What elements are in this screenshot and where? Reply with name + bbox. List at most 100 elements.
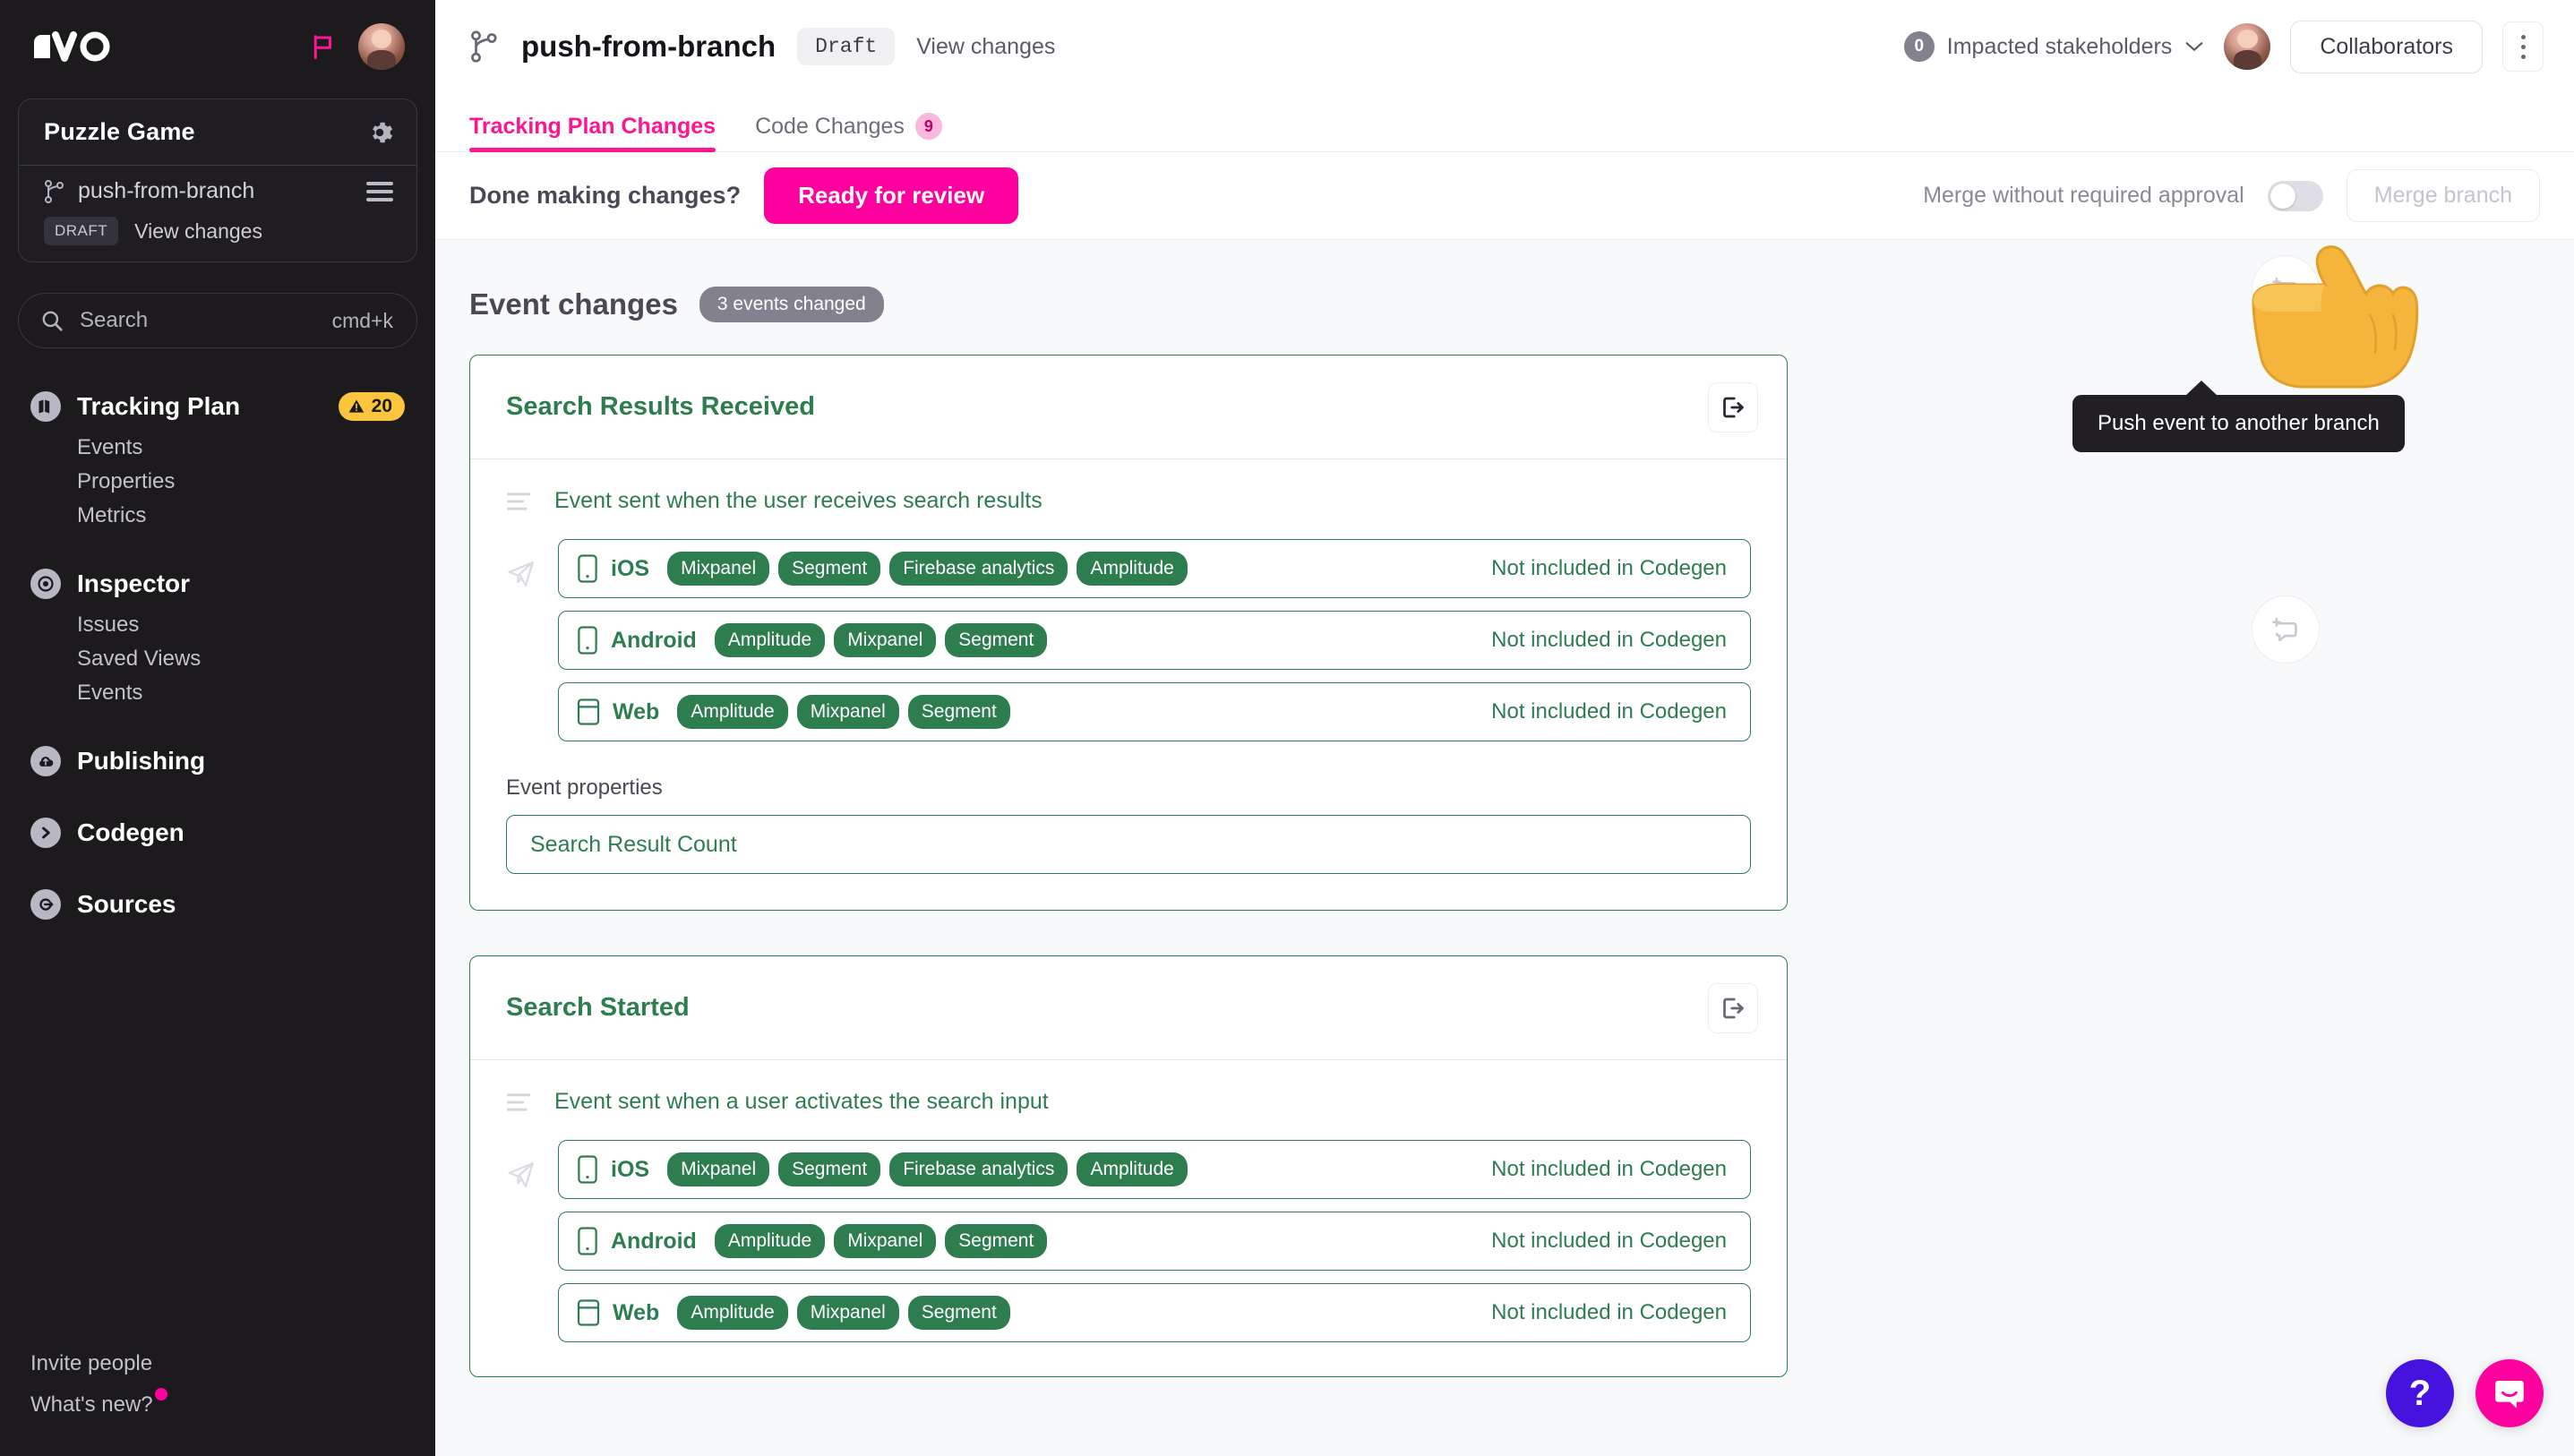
sidebar-item-sources[interactable]: Sources: [18, 884, 417, 925]
sidebar-view-changes-link[interactable]: View changes: [134, 219, 262, 244]
platform-row[interactable]: Android Amplitude Mixpanel Segment Not i…: [558, 611, 1751, 670]
platform-row[interactable]: Android Amplitude Mixpanel Segment Not i…: [558, 1212, 1751, 1271]
search-placeholder: Search: [80, 308, 148, 333]
tab-label: Code Changes: [755, 114, 905, 140]
tab-tracking-plan-changes[interactable]: Tracking Plan Changes: [469, 114, 716, 151]
branch-sub-row: DRAFT View changes: [44, 217, 393, 245]
done-making-changes-label: Done making changes?: [469, 182, 741, 210]
action-bar-left: Done making changes? Ready for review: [469, 167, 1018, 224]
event-card-header: Search Started: [470, 956, 1787, 1060]
intercom-chat-button[interactable]: [2475, 1359, 2544, 1427]
event-description: Event sent when the user receives search…: [554, 488, 1042, 514]
more-vertical-icon[interactable]: [2502, 21, 2544, 72]
nav-group-publishing: Publishing: [18, 741, 417, 782]
avatar[interactable]: [2224, 23, 2270, 70]
sidebar-item-tracking-plan[interactable]: Tracking Plan 20: [18, 386, 417, 427]
project-name: Puzzle Game: [44, 118, 195, 146]
page-title: push-from-branch: [521, 30, 776, 64]
platform-row[interactable]: Web Amplitude Mixpanel Segment Not inclu…: [558, 1283, 1751, 1342]
destination-chips: Amplitude Mixpanel Segment: [715, 623, 1048, 657]
branch-left[interactable]: push-from-branch: [44, 178, 254, 204]
destination-chip: Amplitude: [677, 1296, 787, 1330]
view-changes-link[interactable]: View changes: [916, 34, 1055, 60]
sidebar-item-publishing[interactable]: Publishing: [18, 741, 417, 782]
push-to-branch-icon[interactable]: [1708, 382, 1758, 433]
stakeholders-label: Impacted stakeholders: [1947, 34, 2173, 60]
event-properties-label: Event properties: [506, 775, 1751, 801]
merge-without-approval-toggle[interactable]: [2268, 181, 2323, 211]
sidebar-item-metrics[interactable]: Metrics: [77, 499, 417, 533]
codegen-status: Not included in Codegen: [1491, 1229, 1727, 1254]
destination-chip: Mixpanel: [667, 1152, 769, 1186]
branch-name: push-from-branch: [78, 178, 254, 204]
stakeholders-count: 0: [1904, 31, 1935, 62]
search-input[interactable]: Search cmd+k: [18, 293, 417, 348]
destination-chips: Amplitude Mixpanel Segment: [677, 695, 1010, 729]
merge-without-approval-label: Merge without required approval: [1923, 183, 2244, 209]
ready-for-review-button[interactable]: Ready for review: [764, 167, 1018, 224]
new-indicator-dot: [155, 1388, 167, 1400]
sidebar-item-saved-views[interactable]: Saved Views: [77, 642, 417, 676]
event-properties-section: Event properties Search Result Count: [470, 750, 1787, 910]
avo-logo[interactable]: [32, 31, 113, 62]
destination-chip: Segment: [778, 1152, 880, 1186]
add-comment-icon[interactable]: [2252, 255, 2320, 323]
send-plane-icon: [506, 1140, 538, 1195]
tab-code-changes[interactable]: Code Changes 9: [755, 113, 942, 151]
platform-name: iOS: [611, 1157, 649, 1183]
nav-group-codegen: Codegen: [18, 812, 417, 853]
floating-action-buttons: ?: [2386, 1359, 2544, 1427]
branch-icon: [469, 30, 500, 64]
sidebar-top-bar: [0, 0, 435, 93]
mobile-device-icon: [577, 626, 598, 655]
tab-label: Tracking Plan Changes: [469, 114, 716, 140]
invite-people-link[interactable]: Invite people: [30, 1343, 152, 1384]
sidebar-item-issues[interactable]: Issues: [77, 608, 417, 642]
web-browser-icon: [577, 698, 600, 725]
avatar[interactable]: [358, 23, 405, 70]
hamburger-icon[interactable]: [366, 182, 393, 201]
property-row[interactable]: Search Result Count: [506, 815, 1751, 874]
platform-row[interactable]: iOS Mixpanel Segment Firebase analytics …: [558, 539, 1751, 598]
nav-group-sources: Sources: [18, 884, 417, 925]
add-comment-icon[interactable]: [2252, 595, 2320, 664]
send-plane-icon: [506, 539, 538, 594]
destination-chip: Amplitude: [715, 623, 825, 657]
nav-group-inspector: Inspector Issues Saved Views Events: [18, 563, 417, 710]
codegen-status: Not included in Codegen: [1491, 628, 1727, 653]
chat-bubble-icon: [2491, 1375, 2528, 1412]
sidebar-item-codegen[interactable]: Codegen: [18, 812, 417, 853]
platform-section: iOS Mixpanel Segment Firebase analytics …: [470, 523, 1787, 750]
sidebar-item-properties[interactable]: Properties: [77, 465, 417, 499]
sidebar-item-events[interactable]: Events: [77, 431, 417, 465]
web-browser-icon: [577, 1299, 600, 1326]
whats-new-link[interactable]: What's new?: [30, 1384, 153, 1426]
gear-icon[interactable]: [366, 119, 393, 146]
sidebar: Puzzle Game push-from-branch: [0, 0, 435, 1456]
flag-icon[interactable]: [310, 33, 337, 60]
collaborators-button[interactable]: Collaborators: [2290, 21, 2483, 73]
sidebar-item-inspector[interactable]: Inspector: [18, 563, 417, 604]
sidebar-item-label: Codegen: [77, 818, 184, 847]
nav-sub-tracking-plan: Events Properties Metrics: [18, 431, 417, 533]
chevron-right-circle-icon: [30, 818, 61, 848]
event-title: Search Results Received: [506, 392, 815, 422]
platform-left: iOS Mixpanel Segment Firebase analytics …: [577, 552, 1188, 586]
platform-row[interactable]: iOS Mixpanel Segment Firebase analytics …: [558, 1140, 1751, 1199]
destination-chip: Amplitude: [677, 695, 787, 729]
sidebar-item-inspector-events[interactable]: Events: [77, 676, 417, 710]
merge-branch-button[interactable]: Merge branch: [2347, 169, 2540, 222]
help-button[interactable]: ?: [2386, 1359, 2454, 1427]
help-label: ?: [2409, 1374, 2431, 1414]
push-to-branch-icon[interactable]: [1708, 983, 1758, 1033]
nav-sub-inspector: Issues Saved Views Events: [18, 608, 417, 710]
project-row[interactable]: Puzzle Game: [19, 99, 416, 166]
platform-list: iOS Mixpanel Segment Firebase analytics …: [558, 539, 1751, 741]
impacted-stakeholders-dropdown[interactable]: 0 Impacted stakeholders: [1904, 31, 2205, 62]
platform-row[interactable]: Web Amplitude Mixpanel Segment Not inclu…: [558, 682, 1751, 741]
platform-name: iOS: [611, 556, 649, 582]
target-icon: [30, 569, 61, 599]
mobile-device-icon: [577, 1227, 598, 1255]
codegen-status: Not included in Codegen: [1491, 1157, 1727, 1182]
codegen-status: Not included in Codegen: [1491, 556, 1727, 581]
